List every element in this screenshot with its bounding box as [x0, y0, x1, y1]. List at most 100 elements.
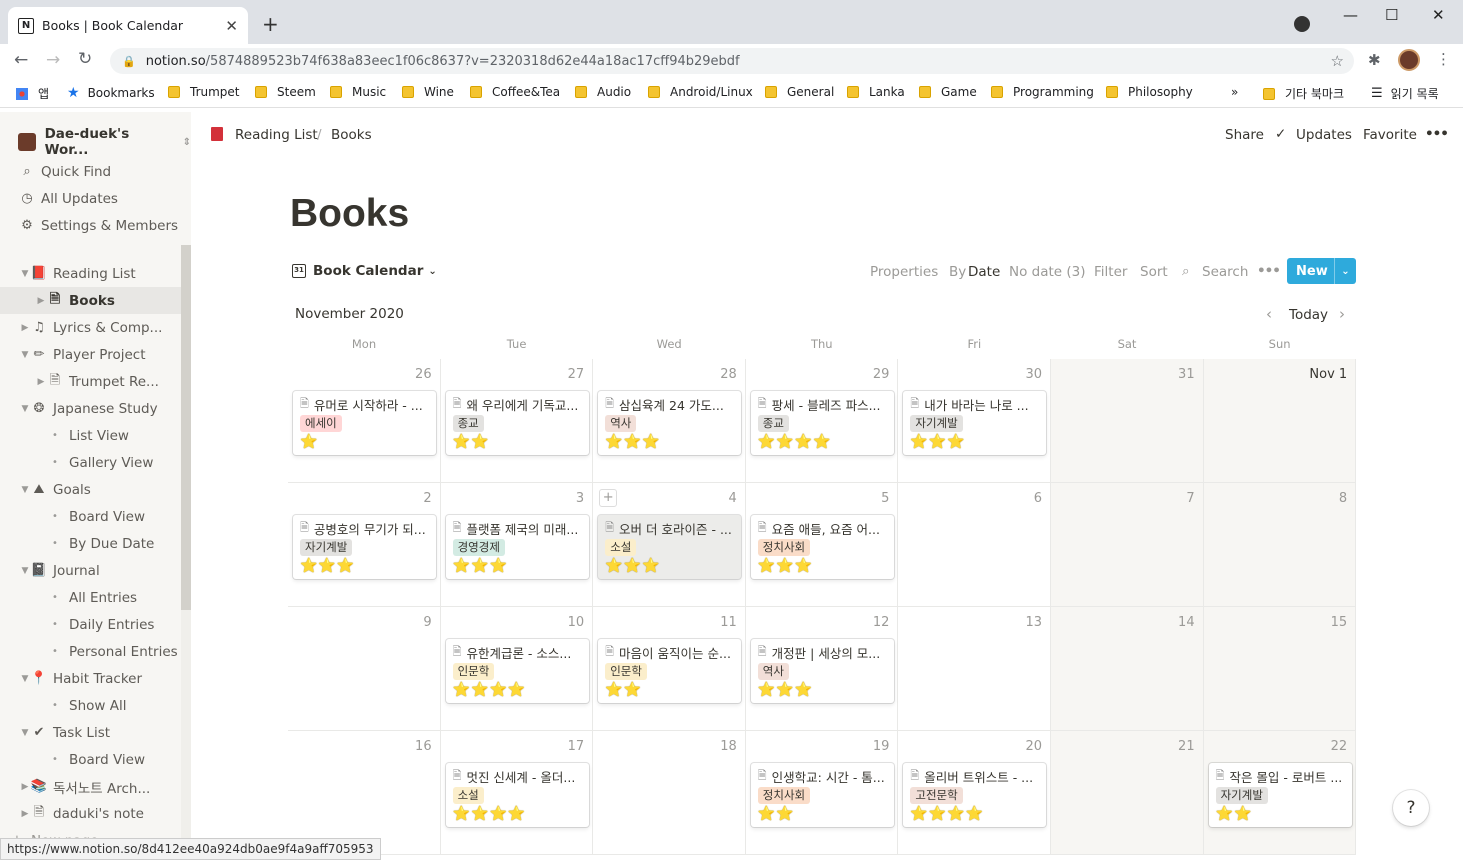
reading-list-button[interactable]: ☰ 읽기 목록 [1371, 85, 1439, 102]
sidebar-item[interactable]: ▶ 📚 독서노트 Arch... [0, 773, 181, 800]
date-property-button[interactable]: Date [968, 264, 1000, 280]
add-entry-plus-icon[interactable]: + [599, 489, 618, 507]
forward-icon[interactable]: → [46, 50, 60, 70]
book-card[interactable]: 🗎 오버 더 호라이즌 - ... 소설 ⭐⭐⭐ [598, 515, 742, 579]
page-title[interactable]: Books [290, 192, 409, 236]
calendar-day-cell[interactable]: 9 [288, 607, 441, 731]
calendar-day-cell[interactable]: 14 [1051, 607, 1204, 731]
bookmark-folder[interactable]: Programming [991, 85, 1094, 99]
expand-down-icon[interactable]: ▼ [20, 404, 30, 414]
filter-button[interactable]: Filter [1094, 264, 1127, 280]
sidebar-item[interactable]: ▼ 📓 Journal [0, 557, 181, 584]
bookmark-folder[interactable]: Game [919, 85, 977, 99]
next-month-icon[interactable]: › [1339, 305, 1345, 323]
sort-button[interactable]: Sort [1140, 264, 1168, 280]
extensions-icon[interactable]: ✱ [1368, 51, 1381, 69]
expand-down-icon[interactable]: ▼ [20, 485, 30, 495]
bookmark-folder[interactable]: Steem [255, 85, 316, 99]
book-card[interactable]: 🗎 삼십육계 24 가도... 역사 ⭐⭐⭐ [598, 391, 742, 455]
calendar-day-cell[interactable]: 18 [593, 731, 746, 855]
sidebar-item[interactable]: ▼ ✔ Task List [0, 719, 181, 746]
sidebar-item[interactable]: • Personal Entries [0, 638, 181, 665]
sidebar-scrollbar-thumb[interactable] [181, 245, 191, 610]
breadcrumb-books[interactable]: Books [331, 127, 372, 143]
book-card[interactable]: 🗎 팡세 - 블레즈 파스... 종교 ⭐⭐⭐⭐ [750, 391, 894, 455]
sidebar-item[interactable]: • By Due Date [0, 530, 181, 557]
sidebar-item[interactable]: ▼ ⛰ Goals [0, 476, 181, 503]
expand-right-icon[interactable]: ▶ [20, 809, 30, 819]
book-card[interactable]: 🗎 올리버 트위스트 - ... 고전문학 ⭐⭐⭐⭐ [903, 763, 1047, 827]
window-close-button[interactable]: ✕ [1432, 6, 1445, 24]
properties-button[interactable]: Properties [870, 264, 938, 280]
bookmark-apps[interactable]: 앱 [16, 85, 49, 102]
book-card[interactable]: 🗎 멋진 신세계 - 올더... 소설 ⭐⭐⭐⭐ [445, 763, 589, 827]
calendar-day-cell[interactable]: Nov 1 [1203, 359, 1357, 483]
sidebar-item[interactable]: ▶ 🗎 Books [0, 287, 181, 314]
updates-button[interactable]: Updates [1296, 127, 1352, 143]
search-button[interactable]: Search [1202, 264, 1248, 280]
workspace-switcher[interactable]: Dae-duek's Wor... ⇕ [18, 126, 191, 158]
sidebar-item[interactable]: ▼ ✏ Player Project [0, 341, 181, 368]
url-input[interactable]: 🔒 notion.so/5874889523b74f638a83eec1f06c… [110, 48, 1354, 74]
view-switcher[interactable]: 31 Book Calendar ⌄ [292, 263, 437, 279]
back-icon[interactable]: ← [14, 50, 28, 70]
sidebar-item[interactable]: ▼ 📕 Reading List [0, 260, 181, 287]
settings-members[interactable]: ⚙ Settings & Members [0, 212, 181, 239]
sidebar-item[interactable]: • All Entries [0, 584, 181, 611]
new-button[interactable]: New ⌄ [1287, 258, 1356, 284]
bookmark-item[interactable]: ★ Bookmarks [67, 85, 155, 101]
help-button[interactable]: ? [1393, 790, 1429, 826]
book-card[interactable]: 🗎 유한계급론 - 소스... 인문학 ⭐⭐⭐⭐ [445, 639, 589, 703]
bookmark-folder[interactable]: General [765, 85, 834, 99]
maximize-button[interactable]: ☐ [1385, 6, 1398, 24]
today-button[interactable]: Today [1289, 307, 1328, 323]
expand-right-icon[interactable]: ▶ [36, 377, 46, 387]
sidebar-item[interactable]: • Daily Entries [0, 611, 181, 638]
sidebar-item[interactable]: • Gallery View [0, 449, 181, 476]
bookmark-folder[interactable]: Music [330, 85, 386, 99]
book-card[interactable]: 🗎 인생학교: 시간 - 톰... 정치사회 ⭐⭐ [750, 763, 894, 827]
prev-month-icon[interactable]: ‹ [1266, 305, 1272, 323]
sidebar-item[interactable]: • Show All [0, 692, 181, 719]
favorite-button[interactable]: Favorite [1363, 127, 1417, 143]
expand-down-icon[interactable]: ▼ [20, 728, 30, 738]
book-card[interactable]: 🗎 내가 바라는 나로 ... 자기계발 ⭐⭐⭐ [903, 391, 1047, 455]
bookmark-folder[interactable]: Audio [575, 85, 631, 99]
bookmark-folder[interactable]: Lanka [847, 85, 905, 99]
minimize-button[interactable]: — [1343, 6, 1358, 24]
bookmark-folder[interactable]: Wine [402, 85, 454, 99]
bookmark-folder[interactable]: Coffee&Tea [470, 85, 560, 99]
book-card[interactable]: 🗎 요즘 애들, 요즘 어... 정치사회 ⭐⭐⭐ [750, 515, 894, 579]
sidebar-item[interactable]: • Board View [0, 746, 181, 773]
book-card[interactable]: 🗎 유머로 시작하라 - ... 에세이 ⭐ [293, 391, 436, 455]
bookmark-folder[interactable]: Android/Linux [648, 85, 753, 99]
expand-right-icon[interactable]: ▶ [20, 782, 30, 792]
expand-right-icon[interactable]: ▶ [20, 323, 30, 333]
calendar-day-cell[interactable]: 16 [288, 731, 441, 855]
book-card[interactable]: 🗎 플랫폼 제국의 미래... 경영경제 ⭐⭐⭐ [445, 515, 589, 579]
calendar-day-cell[interactable]: 7 [1051, 483, 1204, 607]
bookmark-folder[interactable]: Trumpet [168, 85, 240, 99]
sidebar-item[interactable]: • Board View [0, 503, 181, 530]
reload-icon[interactable]: ↻ [78, 49, 92, 69]
book-card[interactable]: 🗎 작은 몰입 - 로버트 ... 자기계발 ⭐⭐ [1208, 763, 1352, 827]
bookmark-star-icon[interactable]: ☆ [1331, 52, 1344, 70]
bookmarks-overflow[interactable]: » [1231, 85, 1238, 99]
browser-tab[interactable]: N Books | Book Calendar ✕ [8, 7, 248, 44]
calendar-day-cell[interactable]: 8 [1203, 483, 1357, 607]
profile-menu-icon[interactable] [1294, 16, 1310, 32]
share-button[interactable]: Share [1225, 127, 1264, 143]
new-tab-button[interactable]: + [262, 12, 279, 36]
book-card[interactable]: 🗎 공병호의 무기가 되... 자기계발 ⭐⭐⭐ [293, 515, 436, 579]
browser-menu-icon[interactable]: ⋮ [1436, 50, 1451, 68]
bookmark-folder[interactable]: Philosophy [1106, 85, 1193, 99]
expand-down-icon[interactable]: ▼ [20, 269, 30, 279]
new-dropdown-chevron-icon[interactable]: ⌄ [1334, 258, 1356, 284]
calendar-day-cell[interactable]: 6 [898, 483, 1051, 607]
sidebar-item[interactable]: ▶ 🗎 Trumpet Re... [0, 368, 181, 395]
all-updates[interactable]: ◷ All Updates [0, 185, 181, 212]
view-more-button[interactable]: ••• [1257, 263, 1281, 279]
sidebar-item[interactable]: ▶ 🗎 daduki's note [0, 800, 181, 827]
sidebar-item[interactable]: • List View [0, 422, 181, 449]
sidebar-item[interactable]: ▶ ♫ Lyrics & Comp... [0, 314, 181, 341]
